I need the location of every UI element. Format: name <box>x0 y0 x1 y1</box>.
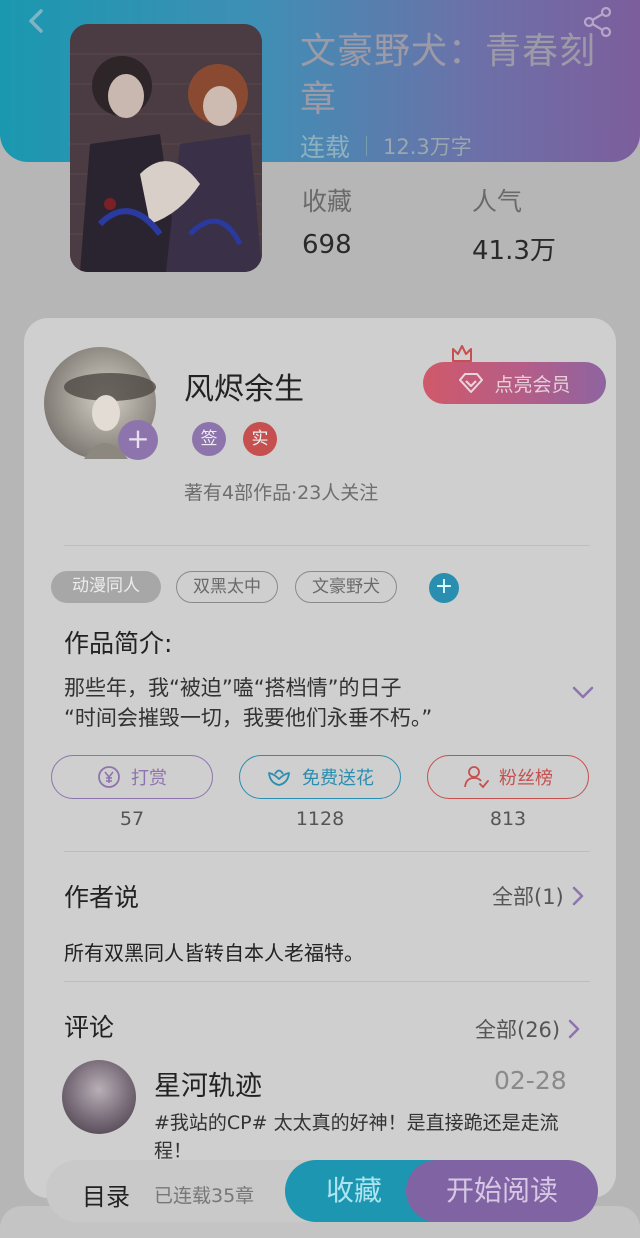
flower-icon <box>268 769 290 786</box>
word-count: 12.3万字 <box>383 135 472 159</box>
commenter-avatar[interactable] <box>62 1060 136 1134</box>
add-tag-button[interactable]: + <box>429 573 459 603</box>
tag-item[interactable]: 文豪野犬 <box>295 571 397 603</box>
fan-count: 813 <box>489 808 527 830</box>
back-arrow-icon[interactable] <box>22 6 52 36</box>
follow-author-button[interactable]: + <box>118 420 158 460</box>
yen-coin-icon <box>98 766 120 788</box>
send-flower-label: 免费送花 <box>302 768 374 789</box>
divider <box>64 981 590 982</box>
tag-item[interactable]: 双黑太中 <box>176 571 278 603</box>
signed-badge: 签 <box>192 422 226 456</box>
membership-label: 点亮会员 <box>494 373 571 396</box>
all-link-label: 全部(1) <box>492 885 564 909</box>
author-name[interactable]: 风烬余生 <box>184 364 304 408</box>
book-cover[interactable] <box>70 24 262 272</box>
comment-date: 02-28 <box>494 1066 567 1095</box>
chevron-right-icon <box>572 886 583 906</box>
stat-value: 698 <box>302 230 352 260</box>
commenter-name[interactable]: 星河轨迹 <box>154 1064 262 1103</box>
verified-badge: 实 <box>243 422 277 456</box>
stat-value: 41.3万 <box>472 236 556 266</box>
author-meta: 著有4部作品·23人关注 <box>184 482 379 504</box>
synopsis-text: 那些年，我“被迫”嗑“搭档情”的日子 “时间会摧毁一切，我要他们永垂不朽。” <box>64 673 432 733</box>
comments-all-link[interactable]: 全部(26) <box>475 1014 580 1044</box>
stat-label: 收藏 <box>302 187 353 216</box>
cover-illustration <box>70 24 262 272</box>
tag-category[interactable]: 动漫同人 <box>51 571 161 603</box>
send-flower-button[interactable]: 免费送花 <box>239 755 401 799</box>
fan-ranking-label: 粉丝榜 <box>499 768 553 789</box>
book-title: 文豪野犬：青春刻章 <box>300 31 597 120</box>
stat-popularity: 人气 41.3万 <box>472 182 556 267</box>
start-reading-button[interactable]: 开始阅读 <box>406 1160 598 1222</box>
reward-label: 打赏 <box>131 768 167 789</box>
divider <box>64 545 590 546</box>
author-says-text: 所有双黑同人皆转自本人老福特。 <box>64 941 364 965</box>
fan-user-icon <box>464 766 489 789</box>
comment-text[interactable]: #我站的CP# 太太真的好神！是直接跪还是走流程！ <box>154 1109 574 1161</box>
reward-count: 57 <box>119 808 145 830</box>
author-says-title: 作者说 <box>64 883 140 912</box>
crown-icon <box>452 345 472 362</box>
table-of-contents-button[interactable]: 目录 <box>82 1177 130 1212</box>
fan-ranking-button[interactable]: 粉丝榜 <box>427 755 589 799</box>
serial-status: 连载 <box>300 133 351 162</box>
activate-membership-button[interactable]: 点亮会员 <box>423 362 606 404</box>
all-link-label: 全部(26) <box>475 1018 561 1042</box>
flower-count: 1128 <box>295 808 345 830</box>
diamond-icon <box>459 373 484 393</box>
stat-favorites: 收藏 698 <box>302 182 352 260</box>
chevron-right-icon <box>568 1019 580 1039</box>
stat-label: 人气 <box>472 187 523 216</box>
reward-button[interactable]: 打赏 <box>51 755 213 799</box>
synopsis-line: “时间会摧毁一切，我要他们永垂不朽。” <box>64 706 433 730</box>
divider <box>64 851 590 852</box>
chevron-down-icon[interactable] <box>572 686 594 700</box>
synopsis-line: 那些年，我“被迫”嗑“搭档情”的日子 <box>64 676 402 700</box>
book-subline: 连载 12.3万字 <box>300 128 472 164</box>
subline-divider <box>366 136 368 156</box>
chapter-count: 已连载35章 <box>154 1185 255 1207</box>
comments-title: 评论 <box>64 1013 115 1042</box>
author-says-all-link[interactable]: 全部(1) <box>492 881 584 911</box>
synopsis-title: 作品简介: <box>64 629 173 658</box>
